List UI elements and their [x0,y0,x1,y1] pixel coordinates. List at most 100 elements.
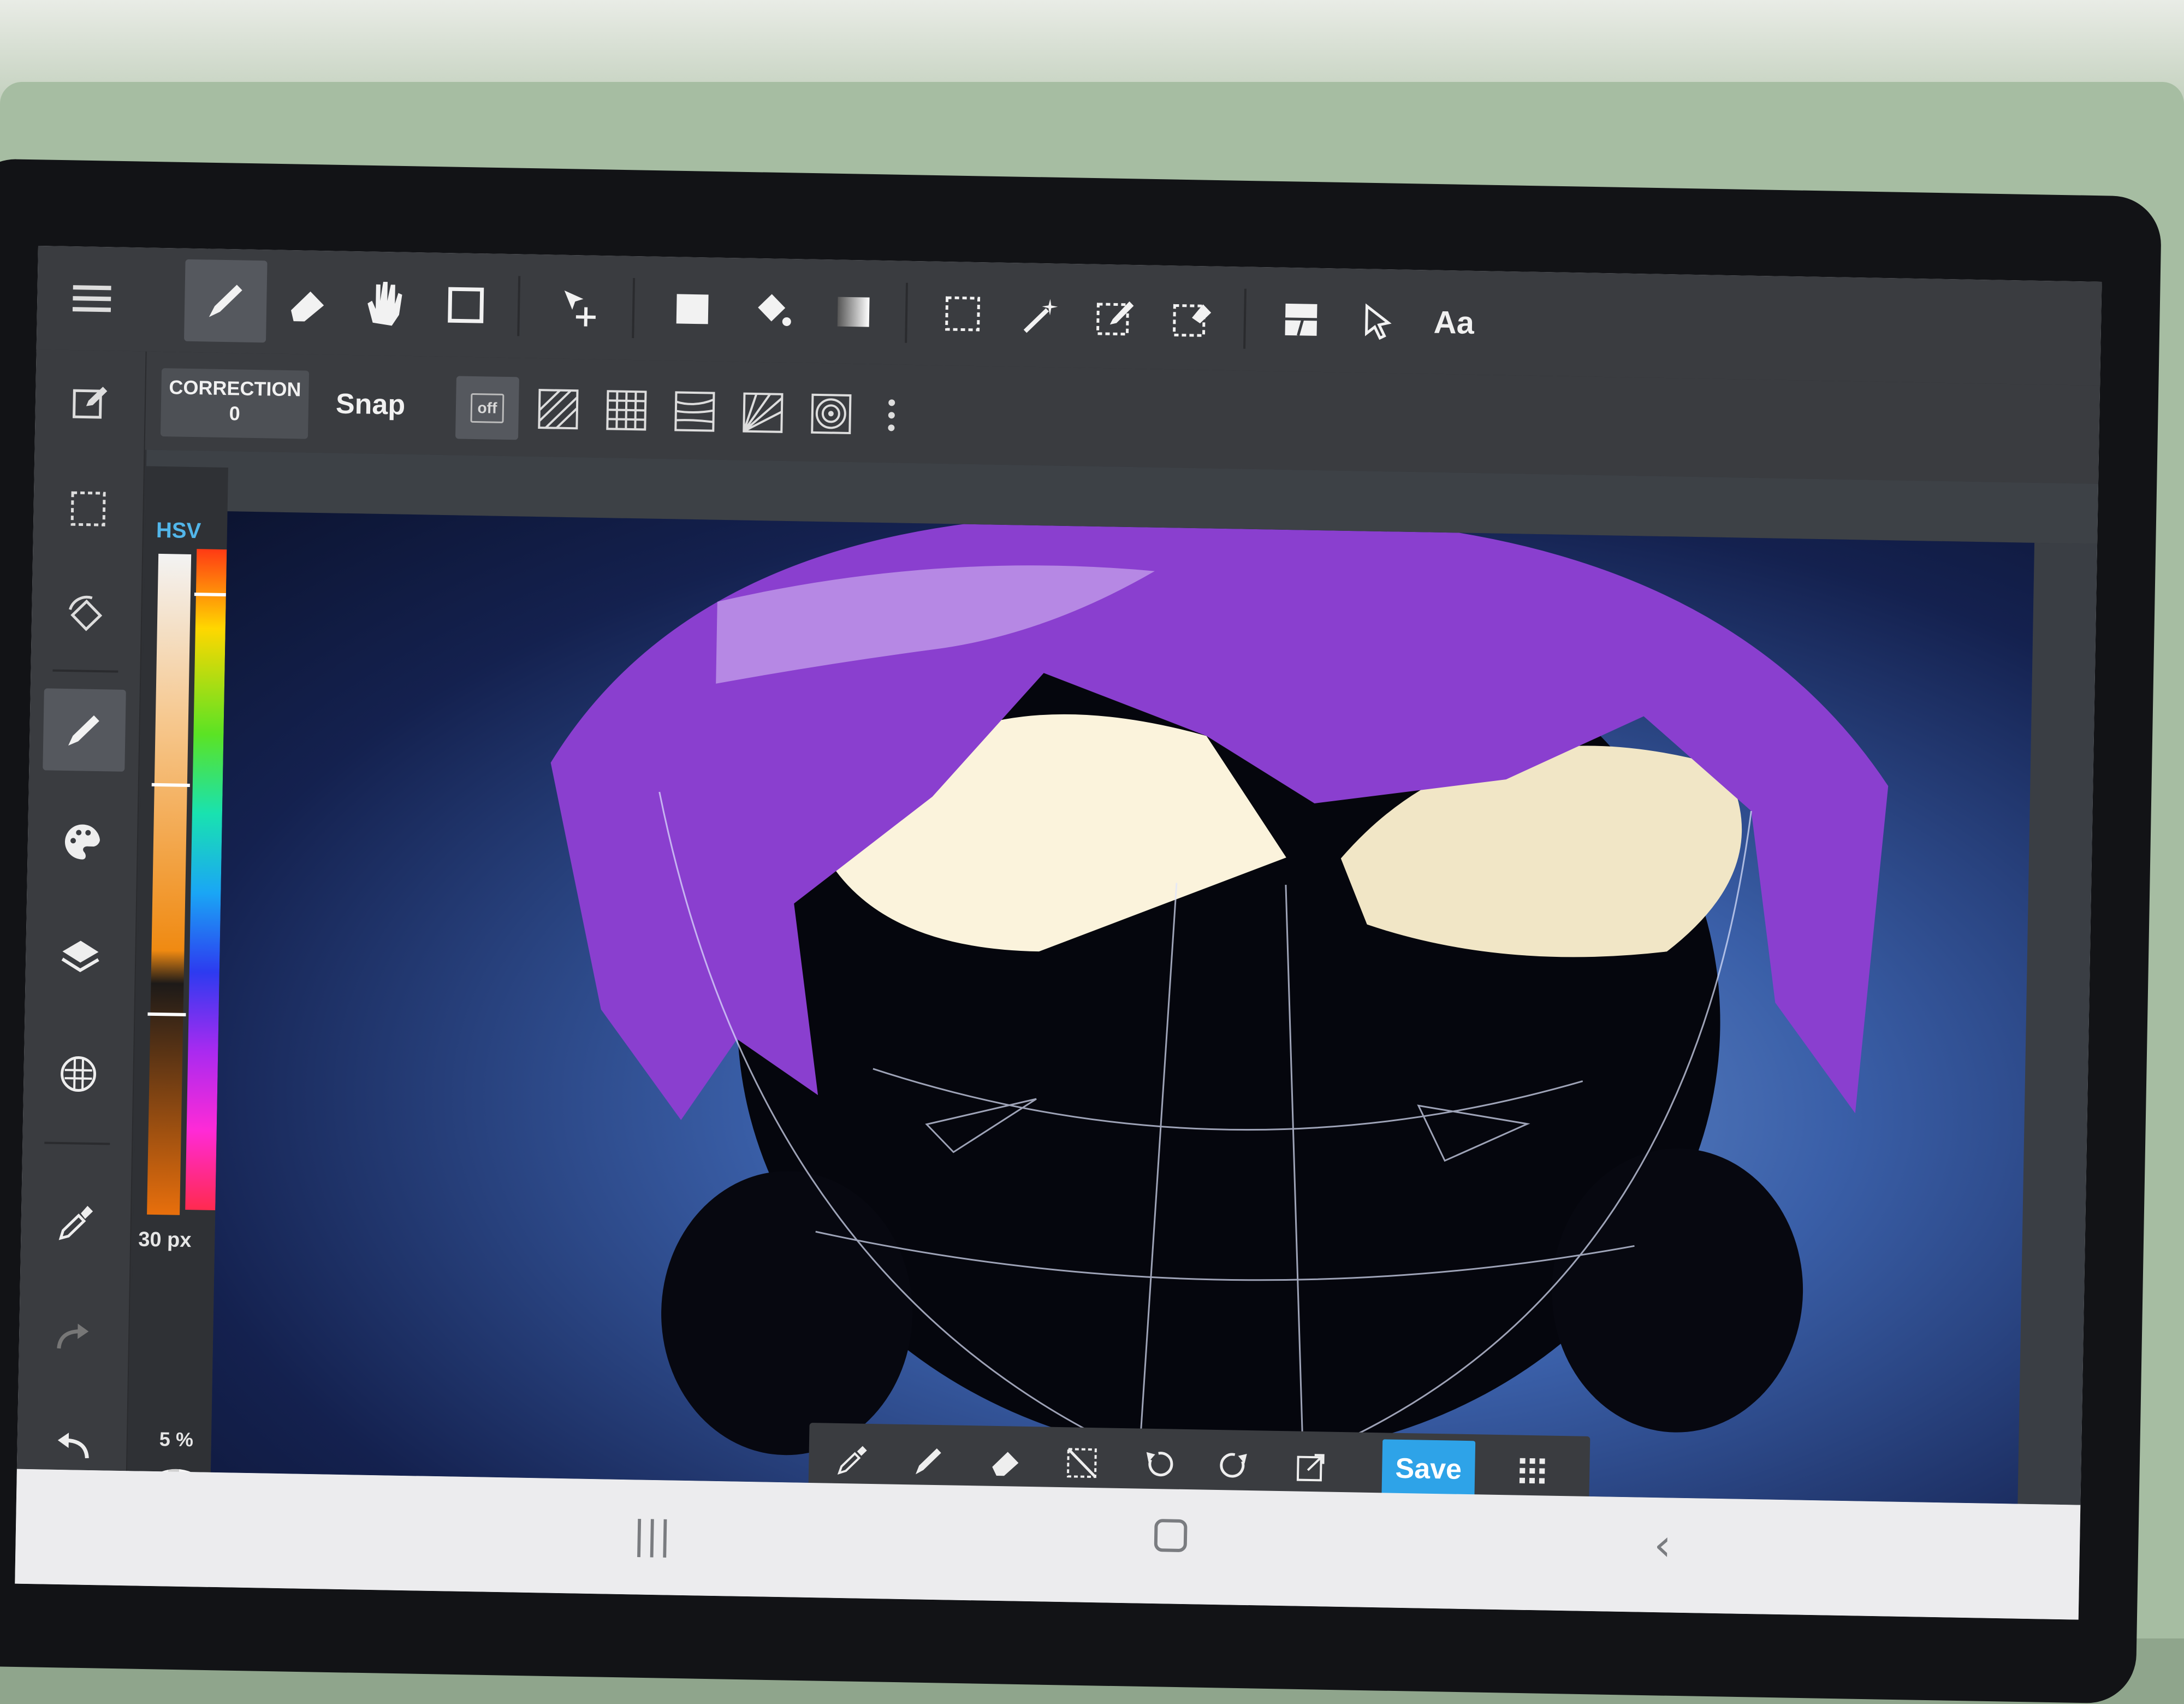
snap-radial-button[interactable] [731,381,795,445]
eyedropper-button[interactable] [34,1180,118,1263]
snap-off-button[interactable]: off [455,376,519,440]
more-vertical-icon [886,396,897,434]
hand-icon [361,279,406,328]
back-icon[interactable]: ‹ [1653,1519,1672,1571]
snap-circle-button[interactable] [799,382,863,446]
correction-value: 0 [229,402,241,425]
select-eraser-icon [1170,295,1214,340]
fill-rect-icon [673,289,712,328]
select-rect-icon [943,294,982,333]
recent-apps-icon[interactable]: ||| [632,1512,672,1558]
gradient-icon [834,292,873,331]
grid-snap-icon [606,389,647,431]
toolbar-separator [517,276,521,336]
saturation-handle[interactable] [151,783,190,787]
rotate-canvas-button[interactable] [45,573,128,657]
quick-eraser-button[interactable] [975,1434,1036,1489]
palette-icon [62,821,103,862]
quick-pen-button[interactable] [899,1433,960,1488]
move-tool-button[interactable] [539,265,622,349]
menu-button[interactable] [50,257,134,340]
parallel-lines-icon [537,388,579,430]
pen-icon [912,1443,946,1477]
left-sidebar [16,349,147,1471]
snap-grid-button[interactable] [595,378,658,442]
deselect-icon [1065,1446,1099,1480]
redo-button[interactable] [32,1294,116,1378]
undo-icon [51,1424,93,1466]
move-icon [558,285,602,329]
save-button[interactable]: Save [1381,1439,1476,1499]
snap-more-button[interactable] [859,383,923,447]
redo-icon [1218,1449,1251,1482]
brush-button[interactable] [43,688,126,772]
pen-tool-button[interactable] [183,259,268,343]
text-icon: Aa [1433,304,1475,341]
opacity-label[interactable]: 5 % [159,1428,194,1451]
snap-off-label: off [470,393,505,423]
pointer-icon [1358,301,1397,340]
layers-icon [60,936,101,977]
select-rect-tool-button[interactable] [921,272,1005,356]
rotate-icon [64,593,109,637]
edit-button[interactable] [49,360,132,444]
undo-icon [1142,1448,1175,1481]
canvas-area[interactable] [210,511,2098,1505]
export-button[interactable] [1280,1439,1342,1495]
saturation-value-slider[interactable] [147,553,192,1215]
layers-button[interactable] [39,915,122,998]
value-handle[interactable] [147,1012,186,1016]
export-icon [1295,1451,1328,1484]
correction-button[interactable]: CORRECTION 0 [160,368,310,439]
hand-tool-button[interactable] [342,262,426,346]
quick-redo-button[interactable] [1204,1438,1265,1494]
bucket-icon [749,288,793,333]
magic-wand-tool-button[interactable] [998,274,1081,357]
select-pen-icon [1093,294,1137,339]
snap-focus-button[interactable] [663,380,727,443]
hsv-tab[interactable]: HSV [156,518,201,543]
gradient-tool-button[interactable] [812,270,895,354]
redo-icon [53,1315,94,1357]
sidebar-separator [44,1141,110,1145]
radial-lines-icon [742,392,784,434]
eraser-icon [286,280,330,324]
artwork-canvas[interactable] [210,511,2035,1504]
artwork-illustration [550,514,1889,1460]
deselect-button[interactable] [1052,1435,1113,1491]
eyedropper-icon [836,1442,869,1476]
quick-menu-button[interactable] [1502,1443,1563,1499]
toolbar-separator [1243,288,1247,349]
color-button[interactable] [41,800,124,884]
eraser-icon [989,1445,1022,1478]
selection-button[interactable] [46,467,130,551]
bucket-tool-button[interactable] [730,269,814,352]
menu-icon [72,282,111,315]
text-tool-button[interactable]: Aa [1413,281,1496,364]
focus-lines-icon [674,390,715,432]
snap-label: Snap [335,388,406,421]
materials-icon [57,1053,99,1094]
quick-eyedropper-button[interactable] [822,1431,883,1487]
correction-label: CORRECTION [169,376,301,401]
brush-icon [65,711,104,749]
sidebar-separator [52,669,118,673]
home-icon[interactable] [1151,1516,1190,1555]
rectangle-icon [447,286,485,324]
frame-divider-tool-button[interactable] [1260,278,1343,362]
fill-rect-tool-button[interactable] [651,268,734,351]
painting-app: Aa CORRECTION 0 Snap off HSV 30 px 5 % S… [16,246,2102,1552]
edit-icon [70,383,109,422]
select-eraser-tool-button[interactable] [1150,276,1234,360]
shape-tool-button[interactable] [424,263,508,347]
brush-size-label[interactable]: 30 px [138,1228,192,1252]
pointer-tool-button[interactable] [1336,280,1420,363]
eraser-tool-button[interactable] [266,261,349,344]
snap-parallel-button[interactable] [526,377,590,441]
select-pen-tool-button[interactable] [1074,275,1158,358]
eyedropper-icon [55,1200,97,1242]
materials-button[interactable] [37,1032,120,1116]
pencil-icon [204,279,248,323]
quick-undo-button[interactable] [1128,1436,1189,1492]
toolbar-separator [905,282,909,343]
